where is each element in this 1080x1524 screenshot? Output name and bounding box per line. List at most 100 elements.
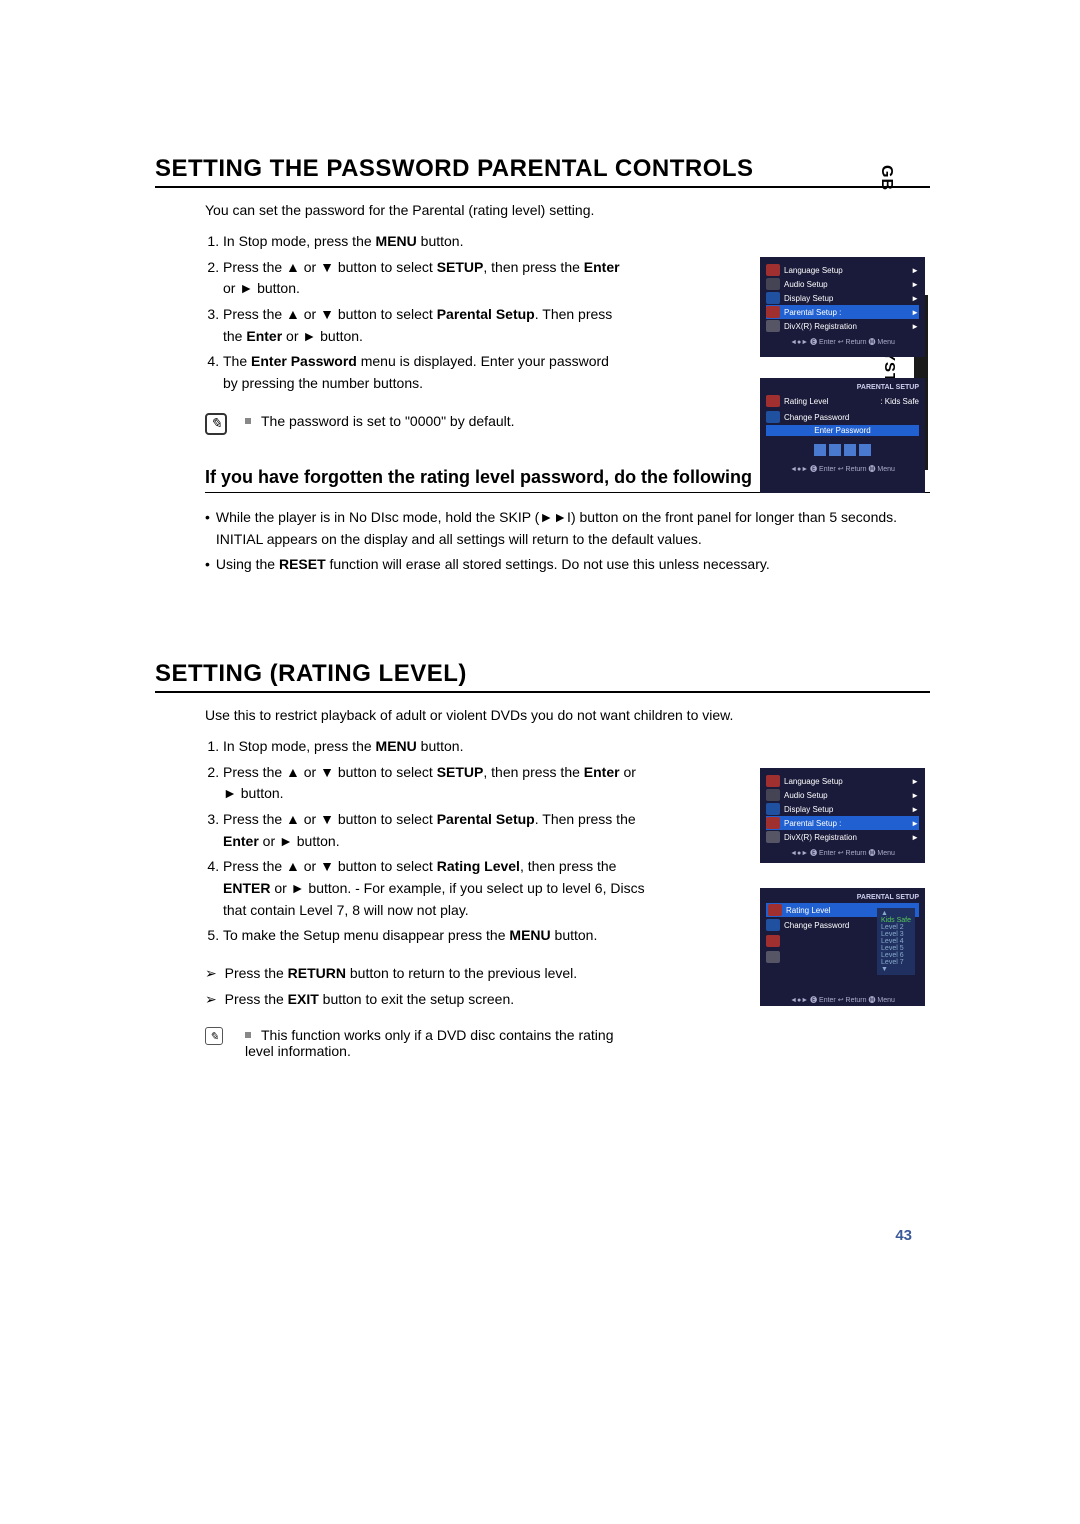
section-title-password-parental: SETTING THE PASSWORD PARENTAL CONTROLS (155, 155, 930, 188)
text: or ► button. (223, 280, 300, 296)
step-3: Press the ▲ or ▼ button to select Parent… (223, 809, 645, 852)
osd-level-list: ▲ Kids Safe Level 2 Level 3 Level 4 Leve… (877, 908, 915, 975)
text-bold: Enter (223, 833, 259, 849)
note-icon: ✎ (205, 413, 227, 435)
step-2: Press the ▲ or ▼ button to select SETUP,… (223, 257, 625, 300)
forgotten-password-list: • While the player is in No DIsc mode, h… (205, 507, 930, 576)
text-bold: MENU (509, 927, 550, 943)
text: The (223, 353, 251, 369)
text: To make the Setup menu disappear press t… (223, 927, 509, 943)
section1-steps: In Stop mode, press the MENU button. Pre… (205, 231, 625, 395)
note-text: The password is set to "0000" by default… (261, 413, 515, 429)
text-bold: SETUP (437, 764, 484, 780)
osd-level: Level 2 (881, 924, 911, 931)
text: Press the ▲ or ▼ button to select (223, 764, 437, 780)
osd-title: PARENTAL SETUP (766, 384, 919, 391)
osd-item: Display Setup (784, 294, 911, 303)
osd-item: Rating Level (784, 397, 880, 406)
bullet-icon: • (205, 507, 210, 550)
text: While the player is in No DIsc mode, hol… (216, 507, 930, 550)
text: , then press the (483, 764, 583, 780)
section2-steps: In Stop mode, press the MENU button. Pre… (205, 736, 645, 947)
section-title-rating-level: SETTING (RATING LEVEL) (155, 660, 930, 693)
text-bold: Enter Password (251, 353, 357, 369)
page-number: 43 (895, 1227, 912, 1244)
step-3: Press the ▲ or ▼ button to select Parent… (223, 304, 625, 347)
osd-parental-rating-levels: PARENTAL SETUP Rating Level Change Passw… (760, 888, 925, 1006)
text-bold: Rating Level (437, 858, 520, 874)
note-icon: ✎ (205, 1027, 223, 1045)
osd-level: ▲ (881, 910, 911, 917)
osd-setup-menu-1: Language Setup► Audio Setup► Display Set… (760, 257, 925, 357)
osd-item: Display Setup (784, 805, 911, 814)
text-bold: RETURN (288, 965, 346, 981)
text-bold: Enter (584, 259, 620, 275)
text: Press the ▲ or ▼ button to select (223, 858, 437, 874)
arrow-icon: ➢ (205, 967, 217, 982)
text: . Then press the (535, 811, 636, 827)
osd-password-boxes (766, 444, 919, 456)
osd-item: Language Setup (784, 266, 911, 275)
text: Press the (225, 991, 288, 1007)
text: button. (417, 233, 464, 249)
text: Press the ▲ or ▼ button to select (223, 811, 437, 827)
text-bold: Parental Setup (437, 811, 535, 827)
arrow-icon: ➢ (205, 993, 217, 1008)
text: Using the (216, 556, 279, 572)
osd-level: Level 5 (881, 945, 911, 952)
text: button to return to the previous level. (346, 965, 577, 981)
text: Press the ▲ or ▼ button to select (223, 306, 437, 322)
square-bullet-icon (245, 1032, 251, 1038)
text: or ► button. - For example, if you selec… (223, 880, 645, 918)
text-bold: MENU (376, 233, 417, 249)
square-bullet-icon (245, 418, 251, 424)
text: or ► button. (259, 833, 340, 849)
text: Press the (225, 965, 288, 981)
osd-item: Audio Setup (784, 791, 911, 800)
osd-enter-password: Enter Password (814, 426, 870, 435)
text-bold: SETUP (437, 259, 484, 275)
text: In Stop mode, press the (223, 738, 376, 754)
osd-level: Level 7 (881, 959, 911, 966)
text-bold: RESET (279, 556, 326, 572)
text-bold: Parental Setup (437, 306, 535, 322)
osd-level: Level 3 (881, 931, 911, 938)
text: button. (551, 927, 598, 943)
osd-parental-password: PARENTAL SETUP Rating Level: Kids Safe C… (760, 378, 925, 493)
section2-intro: Use this to restrict playback of adult o… (205, 705, 825, 726)
step-2: Press the ▲ or ▼ button to select SETUP,… (223, 762, 645, 805)
osd-level: ▼ (881, 966, 911, 973)
osd-item: DivX(R) Registration (784, 833, 911, 842)
text-bold: EXIT (288, 991, 319, 1007)
text: function will erase all stored settings.… (326, 556, 770, 572)
step-1: In Stop mode, press the MENU button. (223, 736, 645, 758)
osd-level-selected: Kids Safe (881, 917, 911, 924)
osd-title: PARENTAL SETUP (766, 894, 919, 901)
text-bold: ENTER (223, 880, 270, 896)
text: In Stop mode, press the (223, 233, 376, 249)
osd-item: DivX(R) Registration (784, 322, 911, 331)
text: , then press the (520, 858, 617, 874)
osd-item-selected: Parental Setup : (784, 819, 911, 828)
osd-footer: ◄●► 🅔 Enter ↩ Return 🅜 Menu (766, 337, 919, 347)
osd-item: Language Setup (784, 777, 911, 786)
text-bold: Enter (246, 328, 282, 344)
osd-footer: ◄●► 🅔 Enter ↩ Return 🅜 Menu (766, 848, 919, 858)
osd-footer: ◄●► 🅔 Enter ↩ Return 🅜 Menu (766, 464, 919, 474)
step-5: To make the Setup menu disappear press t… (223, 925, 645, 947)
osd-item: Audio Setup (784, 280, 911, 289)
bullet-icon: • (205, 554, 210, 576)
text-bold: Enter (584, 764, 620, 780)
osd-value: : Kids Safe (880, 397, 919, 406)
text: Press the ▲ or ▼ button to select (223, 259, 437, 275)
list-item: • Using the RESET function will erase al… (205, 554, 930, 576)
text: button to exit the setup screen. (319, 991, 514, 1007)
text: button. (417, 738, 464, 754)
osd-level: Level 6 (881, 952, 911, 959)
osd-item-selected: Parental Setup : (784, 308, 911, 317)
text: , then press the (483, 259, 583, 275)
step-4: Press the ▲ or ▼ button to select Rating… (223, 856, 645, 921)
note-text: This function works only if a DVD disc c… (245, 1027, 614, 1059)
osd-level: Level 4 (881, 938, 911, 945)
section1-intro: You can set the password for the Parenta… (205, 200, 930, 221)
